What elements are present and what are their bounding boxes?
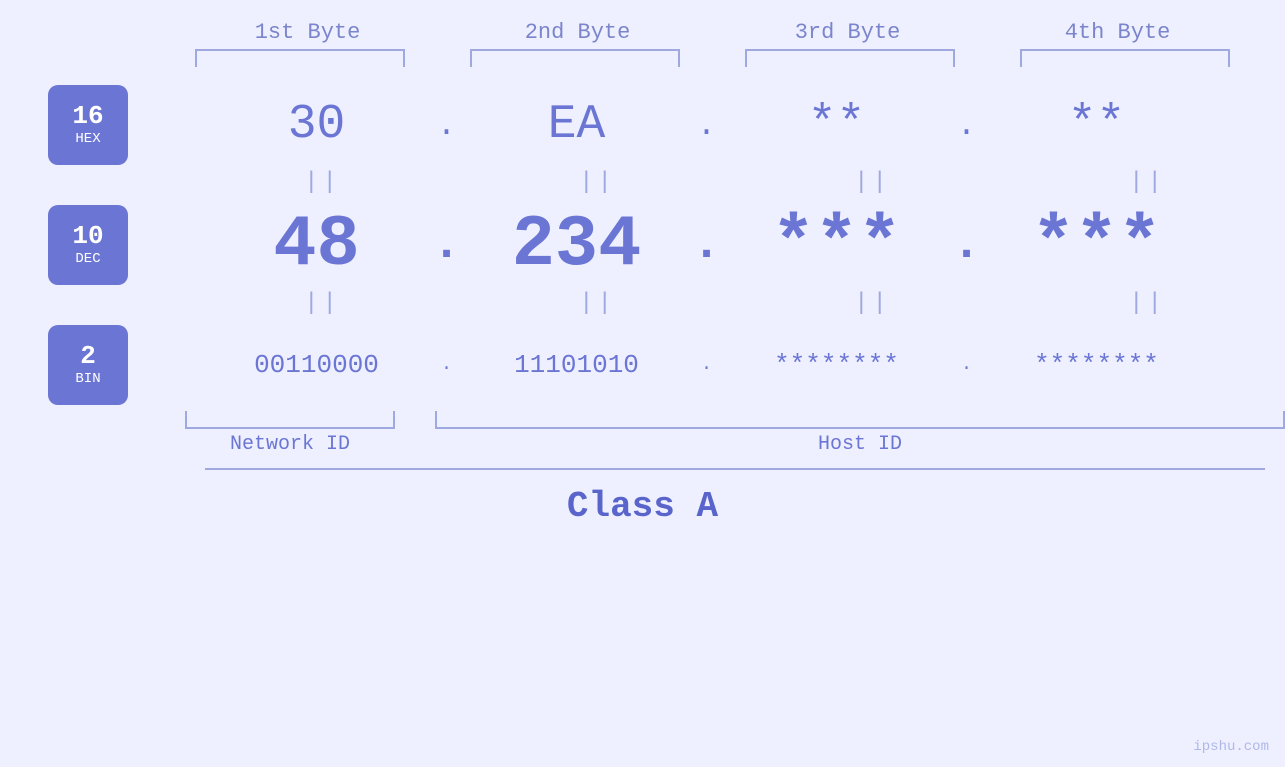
class-row: Class A bbox=[0, 486, 1285, 527]
hex-values: 30 . EA . ** . ** bbox=[128, 98, 1285, 152]
hex-byte2: EA bbox=[467, 98, 687, 152]
hex-dot2: . bbox=[687, 107, 727, 144]
hex-badge-label: HEX bbox=[75, 131, 100, 147]
eq2-b4: || bbox=[1038, 290, 1258, 317]
net-id-bracket bbox=[185, 411, 395, 429]
bin-badge-num: 2 bbox=[80, 343, 96, 369]
bin-byte1: 00110000 bbox=[207, 350, 427, 380]
class-label: Class A bbox=[567, 486, 718, 527]
bracket-4 bbox=[1020, 49, 1230, 67]
dec-dot1: . bbox=[427, 218, 467, 272]
bin-byte4: ******** bbox=[987, 350, 1207, 380]
byte4-label: 4th Byte bbox=[1008, 20, 1228, 45]
bracket-3 bbox=[745, 49, 955, 67]
bottom-brackets bbox=[185, 411, 1285, 429]
id-labels: Network ID Host ID bbox=[185, 433, 1285, 456]
bin-dot1: . bbox=[427, 355, 467, 375]
hex-byte4: ** bbox=[987, 98, 1207, 152]
bracket-2 bbox=[470, 49, 680, 67]
dec-values: 48 . 234 . *** . *** bbox=[128, 204, 1285, 286]
hex-badge: 16 HEX bbox=[48, 85, 128, 165]
hex-dot1: . bbox=[427, 107, 467, 144]
byte3-label: 3rd Byte bbox=[738, 20, 958, 45]
dec-row: 10 DEC 48 . 234 . *** . *** bbox=[0, 204, 1285, 286]
watermark: ipshu.com bbox=[1193, 739, 1269, 755]
bin-values: 00110000 . 11101010 . ******** . *******… bbox=[128, 350, 1285, 380]
dec-dot3: . bbox=[947, 218, 987, 272]
hex-dot3: . bbox=[947, 107, 987, 144]
overall-line bbox=[205, 468, 1265, 470]
byte-headers: 1st Byte 2nd Byte 3rd Byte 4th Byte bbox=[173, 20, 1253, 45]
network-id-label: Network ID bbox=[185, 433, 395, 456]
dec-byte1: 48 bbox=[207, 204, 427, 286]
hex-byte1: 30 bbox=[207, 98, 427, 152]
dec-badge: 10 DEC bbox=[48, 205, 128, 285]
host-id-bracket bbox=[435, 411, 1285, 429]
bin-dot2: . bbox=[687, 355, 727, 375]
hex-row: 16 HEX 30 . EA . ** . ** bbox=[0, 85, 1285, 165]
eq2-b3: || bbox=[763, 290, 983, 317]
bin-byte2: 11101010 bbox=[467, 350, 687, 380]
eq2-b1: || bbox=[213, 290, 433, 317]
dec-dot2: . bbox=[687, 218, 727, 272]
eq1-b2: || bbox=[488, 169, 708, 196]
eq1-b3: || bbox=[763, 169, 983, 196]
dec-byte4: *** bbox=[987, 204, 1207, 286]
host-id-label: Host ID bbox=[435, 433, 1285, 456]
eq1-b1: || bbox=[213, 169, 433, 196]
bracket-1 bbox=[195, 49, 405, 67]
dec-byte3: *** bbox=[727, 204, 947, 286]
bin-badge-label: BIN bbox=[75, 371, 100, 387]
dec-badge-label: DEC bbox=[75, 251, 100, 267]
bin-badge: 2 BIN bbox=[48, 325, 128, 405]
dec-badge-num: 10 bbox=[72, 223, 103, 249]
top-brackets bbox=[163, 49, 1263, 67]
eq1-b4: || bbox=[1038, 169, 1258, 196]
bin-row: 2 BIN 00110000 . 11101010 . ******** . *… bbox=[0, 325, 1285, 405]
byte2-label: 2nd Byte bbox=[468, 20, 688, 45]
hex-badge-num: 16 bbox=[72, 103, 103, 129]
bin-dot3: . bbox=[947, 355, 987, 375]
byte1-label: 1st Byte bbox=[198, 20, 418, 45]
bin-byte3: ******** bbox=[727, 350, 947, 380]
eq2-b2: || bbox=[488, 290, 708, 317]
hex-byte3: ** bbox=[727, 98, 947, 152]
dec-byte2: 234 bbox=[467, 204, 687, 286]
equals-row-2: || || || || bbox=[185, 290, 1285, 317]
main-container: 1st Byte 2nd Byte 3rd Byte 4th Byte 16 H… bbox=[0, 0, 1285, 767]
equals-row-1: || || || || bbox=[185, 169, 1285, 196]
